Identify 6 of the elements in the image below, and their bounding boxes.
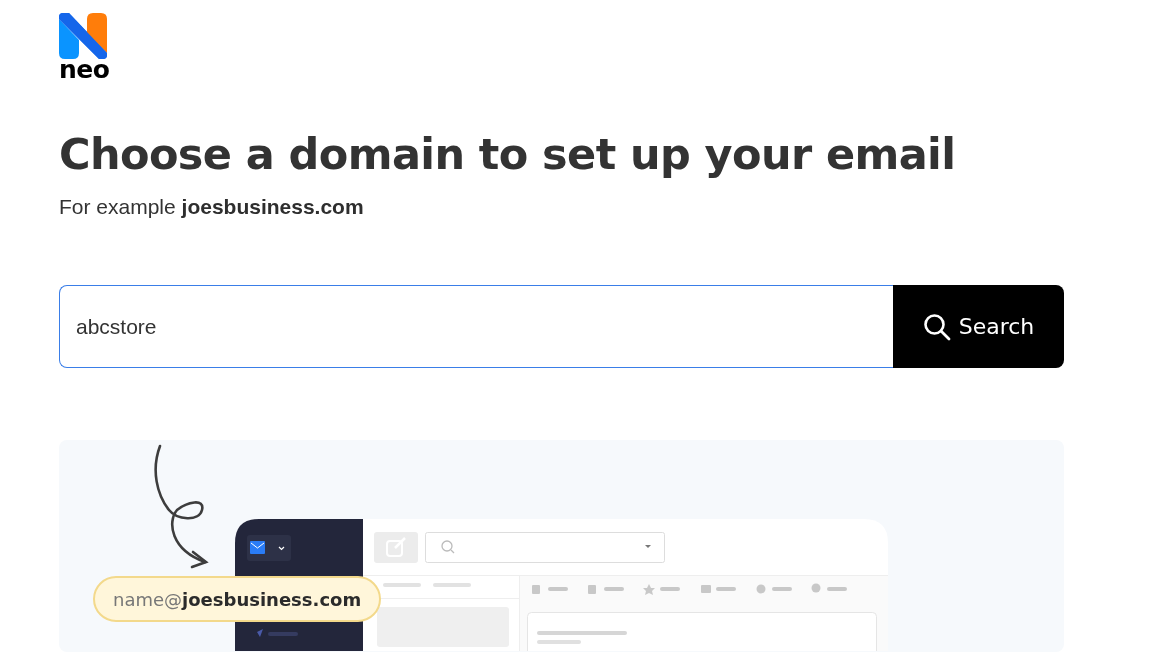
page-heading: Choose a domain to set up your email	[59, 128, 957, 181]
example-text: For example joesbusiness.com	[59, 194, 365, 220]
email-address-pill: name@joesbusiness.com	[93, 576, 382, 622]
search-button[interactable]: Search	[893, 285, 1064, 368]
logo-wordmark: neo	[59, 57, 110, 83]
domain-input[interactable]: abcstore	[59, 285, 893, 368]
